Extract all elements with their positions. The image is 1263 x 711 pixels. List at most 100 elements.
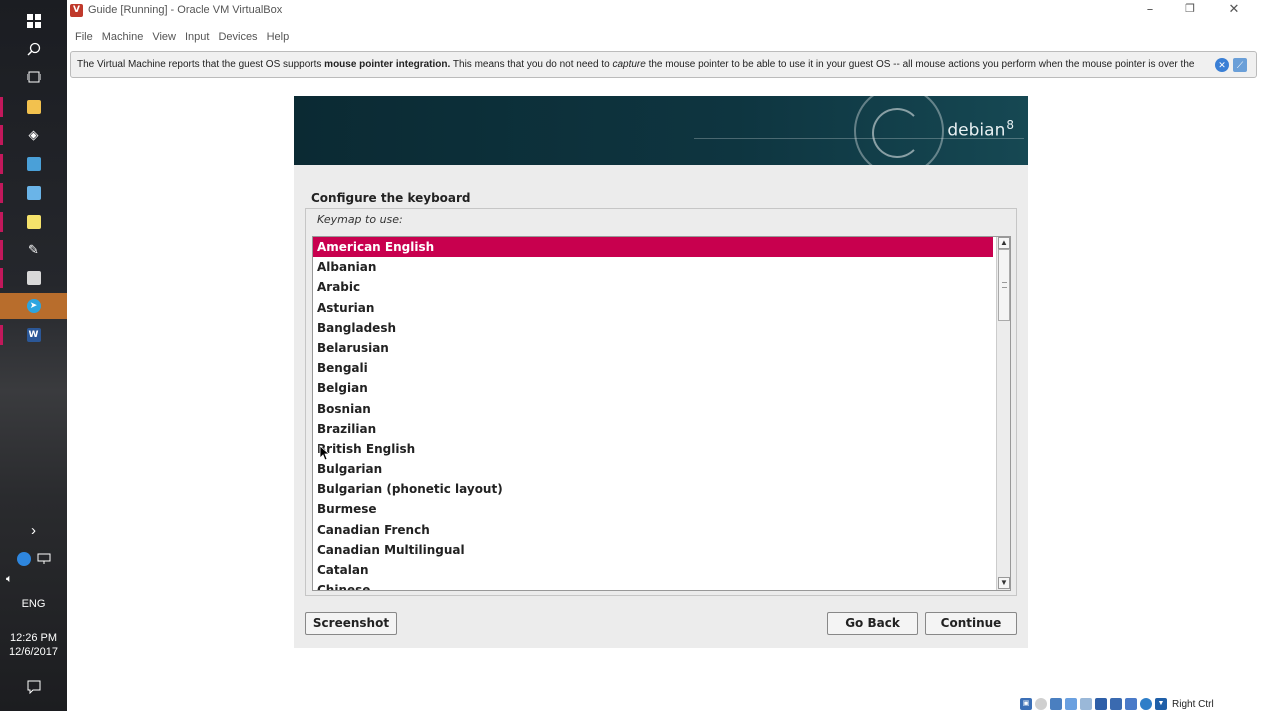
keymap-option[interactable]: British English — [313, 439, 993, 459]
taskbar-word[interactable]: W — [0, 322, 67, 348]
close-button[interactable]: ✕ — [1211, 2, 1257, 20]
menu-file[interactable]: File — [75, 31, 93, 47]
windows-logo-icon — [26, 14, 41, 28]
folder-icon — [26, 100, 41, 114]
keymap-option[interactable]: Bosnian — [313, 399, 993, 419]
start-button[interactable] — [0, 8, 67, 34]
word-icon: W — [26, 328, 41, 342]
taskbar-virtualbox[interactable]: ◈ — [0, 122, 67, 148]
keymap-option[interactable]: Asturian — [313, 298, 993, 318]
windows-taskbar: ◈ ✎ ➤ W › 🔈︎ ENG 12:26 PM 12/6/2017 — [0, 0, 67, 711]
restore-button[interactable]: ❐ — [1167, 2, 1213, 20]
network-adapter-icon[interactable] — [1050, 698, 1062, 710]
running-indicator — [0, 125, 3, 145]
menu-help[interactable]: Help — [267, 31, 290, 47]
show-hidden-icons-chevron[interactable]: › — [0, 522, 67, 539]
screen: ◈ ✎ ➤ W › 🔈︎ ENG 12:26 PM 12/6/2017 V Gu… — [0, 0, 1263, 711]
clock-time[interactable]: 12:26 PM — [0, 632, 67, 644]
volume-button[interactable]: 🔈︎ — [0, 566, 67, 592]
action-center-button[interactable] — [0, 674, 67, 700]
keymap-label: Keymap to use: — [317, 213, 403, 226]
running-indicator — [0, 154, 3, 174]
dialog-title: Configure the keyboard — [311, 191, 471, 205]
running-indicator — [0, 240, 3, 260]
keymap-option[interactable]: Bangladesh — [313, 318, 993, 338]
palette-icon: ✎ — [28, 242, 39, 258]
scroll-thumb[interactable] — [998, 249, 1010, 321]
menu-machine[interactable]: Machine — [102, 31, 144, 47]
notepad-icon — [26, 215, 41, 229]
keymap-option[interactable]: Bengali — [313, 358, 993, 378]
vm-statusbar: ▣ ▼ Right Ctrl — [1020, 697, 1263, 711]
hide-notice-icon[interactable]: ⟋ — [1233, 58, 1247, 72]
menu-view[interactable]: View — [152, 31, 176, 47]
keymap-option[interactable]: Canadian Multilingual — [313, 540, 993, 560]
keymap-option[interactable]: Albanian — [313, 257, 993, 277]
screenshot-button[interactable]: Screenshot — [305, 612, 397, 635]
keymap-option[interactable]: Burmese — [313, 499, 993, 519]
go-back-button[interactable]: Go Back — [827, 612, 918, 635]
notice-suffix: the mouse pointer to be able to use it i… — [645, 59, 1195, 70]
keymap-option[interactable]: Belgian — [313, 378, 993, 398]
search-button[interactable] — [0, 36, 67, 62]
notification-icon — [27, 680, 40, 694]
taskbar-remote-desktop[interactable] — [0, 151, 67, 177]
debian-logo-version: 8 — [1006, 118, 1014, 132]
network-status-icon — [16, 552, 31, 566]
debian-logo: debian8 — [947, 118, 1014, 141]
keymap-option[interactable]: American English — [313, 237, 993, 258]
keymap-option[interactable]: Chinese — [313, 580, 993, 590]
telegram-icon: ➤ — [26, 299, 41, 313]
input-language[interactable]: ENG — [0, 598, 67, 610]
notice-text: The Virtual Machine reports that the gue… — [77, 59, 1207, 70]
cpu-icon[interactable] — [1125, 698, 1137, 710]
debian-banner: debian8 — [294, 96, 1028, 165]
keymap-option[interactable]: Bulgarian — [313, 459, 993, 479]
mouse-integration-notice: The Virtual Machine reports that the gue… — [70, 51, 1257, 78]
taskbar-telegram[interactable]: ➤ — [0, 293, 67, 319]
host-key-arrow-icon[interactable]: ▼ — [1155, 698, 1167, 710]
keymap-listbox[interactable]: American English Albanian Arabic Asturian Ba… — [312, 236, 1011, 591]
keymap-option[interactable]: Belarusian — [313, 338, 993, 358]
usb-icon[interactable] — [1065, 698, 1077, 710]
cube-icon: ◈ — [28, 127, 39, 143]
task-view-button[interactable] — [0, 64, 67, 90]
keymap-option[interactable]: Catalan — [313, 560, 993, 580]
speaker-icon: 🔈︎ — [6, 572, 13, 585]
close-notice-icon[interactable]: ✕ — [1215, 58, 1229, 72]
video-capture-icon[interactable] — [1110, 698, 1122, 710]
host-key-label: Right Ctrl — [1172, 698, 1214, 710]
debian-swirl-inner-icon — [872, 108, 922, 158]
optical-drive-icon[interactable] — [1035, 698, 1047, 710]
menu-devices[interactable]: Devices — [218, 31, 257, 47]
keymap-option[interactable]: Bulgarian (phonetic layout) — [313, 479, 993, 499]
guest-display[interactable]: debian8 Configure the keyboard Keymap to… — [67, 80, 1263, 697]
listbox-scrollbar[interactable]: ▲ ▼ — [996, 237, 1010, 590]
running-indicator — [0, 325, 3, 345]
taskbar-paint[interactable]: ✎ — [0, 237, 67, 263]
taskbar-notepad[interactable] — [0, 209, 67, 235]
search-icon — [26, 42, 40, 56]
taskbar-file-explorer[interactable] — [0, 94, 67, 120]
hard-disk-icon[interactable]: ▣ — [1020, 698, 1032, 710]
continue-button[interactable]: Continue — [925, 612, 1017, 635]
shared-folders-icon[interactable] — [1080, 698, 1092, 710]
running-indicator — [0, 97, 3, 117]
notice-middle: This means that you do not need to — [450, 59, 613, 70]
scroll-up-button[interactable]: ▲ — [998, 237, 1010, 249]
clock-date[interactable]: 12/6/2017 — [0, 646, 67, 658]
window-icon — [26, 271, 41, 285]
notice-bold: mouse pointer integration. — [324, 59, 451, 70]
scroll-down-button[interactable]: ▼ — [998, 577, 1010, 589]
display-icon[interactable] — [1095, 698, 1107, 710]
virtualbox-icon: V — [70, 4, 83, 17]
mouse-integration-icon[interactable] — [1140, 698, 1152, 710]
app-icon — [26, 186, 41, 200]
keymap-option[interactable]: Arabic — [313, 277, 993, 297]
debian-installer: debian8 Configure the keyboard Keymap to… — [294, 96, 1028, 648]
taskbar-app[interactable] — [0, 180, 67, 206]
keymap-option[interactable]: Canadian French — [313, 520, 993, 540]
keymap-option[interactable]: Brazilian — [313, 419, 993, 439]
taskbar-console[interactable] — [0, 265, 67, 291]
menu-input[interactable]: Input — [185, 31, 209, 47]
